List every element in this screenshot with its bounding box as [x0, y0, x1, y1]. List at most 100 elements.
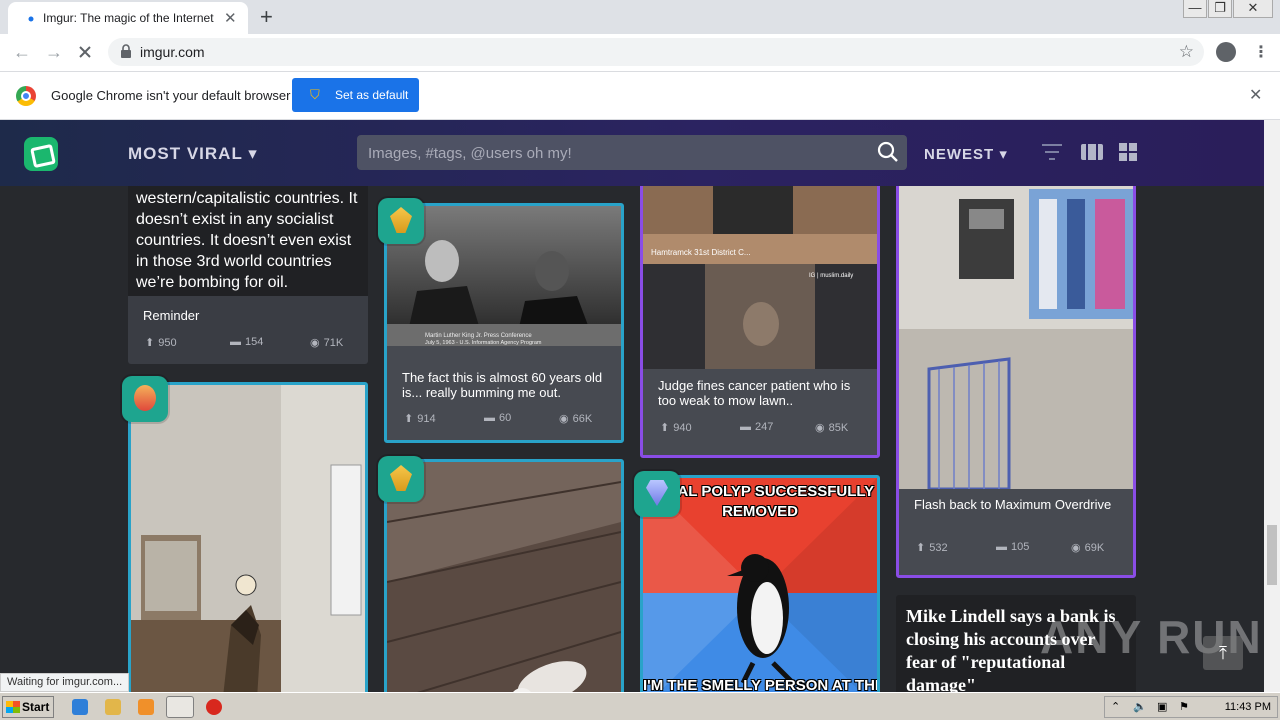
default-browser-infobar: Google Chrome isn't your default browser…	[0, 72, 1280, 120]
post-image-text: western/capitalistic countries. It doesn…	[136, 190, 358, 291]
ie-icon[interactable]	[72, 699, 88, 715]
new-tab-button[interactable]: +	[260, 4, 273, 30]
list-view-icon[interactable]	[1080, 142, 1104, 162]
comment-stat: ▬ 60	[484, 412, 512, 424]
system-tray: ⌃ 🔈 ▣ ⚑ 11:43 PM	[1104, 696, 1278, 718]
scrollbar-thumb[interactable]	[1267, 525, 1277, 585]
upvote-stat: ⬆ 914	[404, 413, 436, 425]
clock: 11:43 PM	[1224, 701, 1271, 713]
upvote-icon: ⬆	[916, 542, 926, 554]
opera-icon[interactable]	[206, 699, 222, 715]
volume-icon[interactable]: 🔈	[1133, 700, 1147, 713]
eye-icon: ◉	[1071, 542, 1081, 554]
image-caption-2: July 5, 1963 - U.S. Information Agency P…	[425, 340, 542, 346]
award-badge-icon	[634, 471, 680, 517]
image-caption-1: Martin Luther King Jr. Press Conference	[425, 333, 532, 339]
eye-icon: ◉	[815, 422, 825, 434]
most-viral-label: MOST VIRAL	[128, 144, 243, 163]
chrome-menu-icon[interactable]: ⋮	[1253, 42, 1269, 62]
taskbar: Start ⌃ 🔈 ▣ ⚑ 11:43 PM	[0, 692, 1280, 720]
courtroom-image: Hamtramck 31st District C... IG | muslim…	[643, 186, 877, 369]
post-stats: ⬆ 532 ▬ 105 ◉ 69K	[916, 541, 1116, 555]
url-text[interactable]: imgur.com	[140, 44, 205, 60]
post-stats: ⬆ 914 ▬ 60 ◉ 66K	[404, 412, 604, 426]
bookmark-star-icon[interactable]: ☆	[1179, 42, 1194, 62]
comment-stat: ▬ 247	[740, 421, 774, 433]
page-scrollbar[interactable]	[1264, 120, 1280, 692]
chrome-logo-icon	[16, 86, 36, 106]
upvote-stat: ⬆ 940	[660, 422, 692, 434]
tab-imgur[interactable]: Imgur: The magic of the Internet ✕	[8, 2, 248, 34]
sort-dropdown[interactable]: NEWEST ▾	[924, 145, 1008, 163]
imgur-header: MOST VIRAL ▾ Images, #tags, @users oh my…	[0, 120, 1264, 186]
comment-icon: ▬	[484, 412, 495, 424]
stop-loading-icon[interactable]	[77, 44, 93, 60]
sort-label: NEWEST	[924, 146, 995, 163]
close-window-button[interactable]: ✕	[1233, 0, 1273, 18]
most-viral-dropdown[interactable]: MOST VIRAL ▾	[128, 144, 258, 164]
start-label: Start	[22, 700, 50, 714]
back-to-top-button[interactable]: ⤒	[1203, 636, 1243, 670]
views-stat: ◉ 71K	[310, 337, 344, 349]
comment-icon: ▬	[230, 336, 241, 348]
comment-icon: ▬	[996, 541, 1007, 553]
maximize-button[interactable]: ❐	[1208, 0, 1232, 18]
tab-close-icon[interactable]: ✕	[224, 9, 237, 27]
windows-logo-icon	[6, 701, 20, 713]
infobar-message: Google Chrome isn't your default browser	[51, 88, 291, 103]
post-maximum-overdrive[interactable]: Flash back to Maximum Overdrive ⬆ 532 ▬ 10…	[896, 186, 1136, 578]
search-box[interactable]: Images, #tags, @users oh my!	[357, 135, 907, 170]
loading-icon	[28, 16, 34, 22]
imgur-logo-icon[interactable]	[24, 137, 58, 171]
upvote-icon: ⬆	[660, 422, 670, 434]
post-dog[interactable]	[128, 382, 368, 692]
post-stats: ⬆ 940 ▬ 247 ◉ 85K	[660, 421, 860, 435]
infobar-close-icon[interactable]: ✕	[1249, 85, 1262, 105]
post-stats: ⬆ 950 ▬ 154 ◉ 71K	[145, 336, 351, 350]
address-bar[interactable]: imgur.com ☆	[108, 38, 1204, 66]
award-badge-icon	[122, 376, 168, 422]
upvote-stat: ⬆ 532	[916, 542, 948, 554]
search-icon[interactable]	[877, 141, 899, 163]
tray-expand-icon[interactable]: ⌃	[1111, 700, 1120, 713]
flag-icon[interactable]: ⚑	[1179, 700, 1189, 713]
post-judge[interactable]: Hamtramck 31st District C... IG | muslim…	[640, 186, 880, 458]
filter-icon[interactable]	[1041, 142, 1063, 162]
back-icon[interactable]: ←	[13, 42, 31, 63]
dog-image	[131, 385, 365, 692]
award-badge-icon	[378, 198, 424, 244]
forward-icon[interactable]: →	[45, 42, 63, 63]
folder-icon[interactable]	[105, 699, 121, 715]
post-title: Flash back to Maximum Overdrive	[914, 497, 1112, 512]
views-stat: ◉ 66K	[559, 413, 593, 425]
upvote-icon: ⬆	[145, 337, 155, 349]
post-title: The fact this is almost 60 years old is.…	[402, 370, 603, 400]
network-icon[interactable]: ▣	[1157, 700, 1167, 713]
image-text-court: Hamtramck 31st District C...	[651, 248, 751, 257]
minimize-button[interactable]: —	[1183, 0, 1207, 18]
media-player-icon[interactable]	[138, 699, 154, 715]
image-text-ig: IG | muslim.daily	[809, 273, 853, 279]
views-stat: ◉ 85K	[815, 422, 849, 434]
views-stat: ◉ 69K	[1071, 542, 1105, 554]
comment-stat: ▬ 154	[230, 336, 264, 348]
eye-icon: ◉	[559, 413, 569, 425]
start-button[interactable]: Start	[2, 696, 54, 718]
toolbar: ← → imgur.com ☆	[0, 34, 1280, 72]
grid-view-icon[interactable]	[1118, 142, 1138, 162]
post-reminder[interactable]: western/capitalistic countries. It doesn…	[128, 186, 368, 364]
store-robot-image	[899, 186, 1133, 489]
comment-stat: ▬ 105	[996, 541, 1030, 553]
lock-icon	[121, 44, 131, 58]
tab-title: Imgur: The magic of the Internet	[43, 11, 214, 25]
post-title: Reminder	[143, 308, 200, 323]
shield-icon: ⛉	[310, 87, 320, 102]
search-input[interactable]: Images, #tags, @users oh my!	[368, 145, 572, 162]
comment-icon: ▬	[740, 421, 751, 433]
eye-icon: ◉	[310, 337, 320, 349]
set-as-default-button[interactable]: ⛉ Set as default	[292, 78, 419, 112]
status-bubble: Waiting for imgur.com...	[0, 673, 130, 692]
set-as-default-label: Set as default	[335, 88, 409, 102]
chrome-taskbar-button[interactable]	[166, 696, 194, 718]
profile-avatar-icon[interactable]	[1216, 42, 1236, 62]
